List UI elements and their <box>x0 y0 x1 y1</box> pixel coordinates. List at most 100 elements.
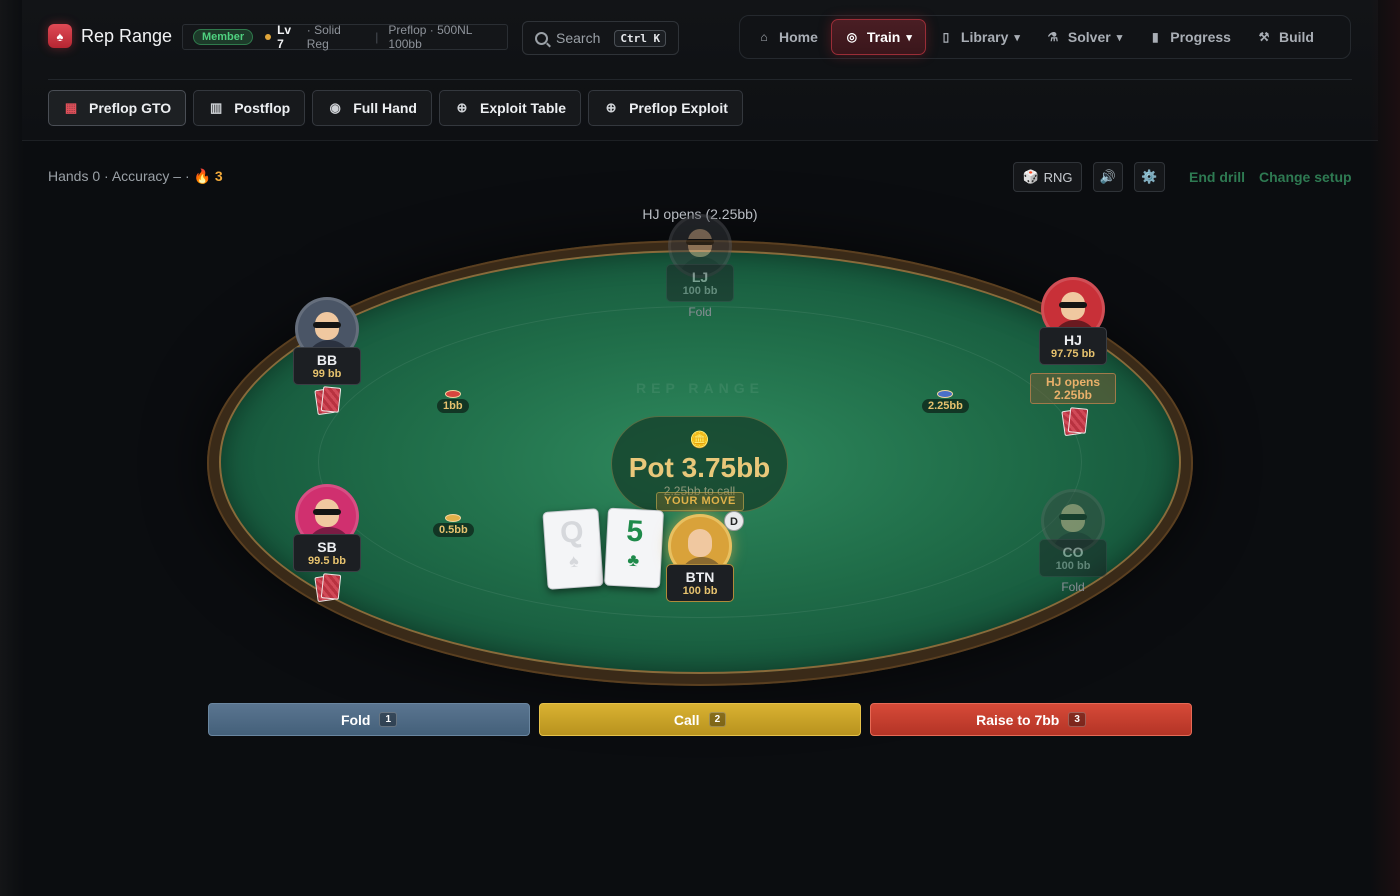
stats-text: Hands 0 · Accuracy – · <box>48 168 194 184</box>
nav-library[interactable]: ▯ Library ▾ <box>926 19 1033 55</box>
rng-label: RNG <box>1043 169 1073 185</box>
rng-button[interactable]: 🎲 RNG <box>1013 162 1082 192</box>
hole-cards-back <box>312 386 342 416</box>
hero-card-1: Q ♠ <box>542 508 604 590</box>
seat-stack: 100 bb <box>1055 560 1091 572</box>
club-icon: ♣ <box>626 549 640 571</box>
spade-logo-icon: ♠ <box>48 24 72 48</box>
member-status[interactable]: Member Lv 7 · Solid Reg | Preflop · 500N… <box>182 23 508 51</box>
search-icon <box>535 31 548 45</box>
hotkey-badge: 2 <box>708 712 727 727</box>
seat-stack: 100 bb <box>682 285 718 297</box>
hero-card-2: 5 ♣ <box>603 507 665 589</box>
nav-progress[interactable]: ▮ Progress <box>1135 19 1244 55</box>
settings-button[interactable]: ⚙️ <box>1134 162 1165 192</box>
chevron-down-icon: ▾ <box>1014 31 1020 44</box>
seat-name: SB <box>317 539 337 555</box>
hotkey-badge: 1 <box>379 712 398 727</box>
bet-bb: 1bb <box>437 390 469 413</box>
fold-button[interactable]: Fold 1 <box>208 703 530 736</box>
tab-exploit-table[interactable]: ⊕ Exploit Table <box>438 90 582 126</box>
card-rank: Q <box>559 515 585 550</box>
home-icon: ⌂ <box>760 30 768 44</box>
tab-label: Postflop <box>234 100 291 116</box>
seat-sb: SB 99.5 bb <box>293 484 361 603</box>
tab-full-hand[interactable]: ◉ Full Hand <box>312 90 432 126</box>
table-watermark: REP RANGE <box>636 380 764 396</box>
pot-amount: Pot 3.75bb <box>628 452 771 483</box>
seat-stack: 99.5 bb <box>308 555 346 567</box>
seat-lj: LJ 100 bb Fold <box>666 214 734 319</box>
hj-action-badge: HJ opens 2.25bb <box>1030 373 1116 404</box>
header-divider <box>48 79 1352 80</box>
chevron-down-icon: ▾ <box>906 31 912 44</box>
rank-label: · Solid Reg <box>306 23 341 51</box>
left-vignette <box>0 0 24 896</box>
tab-label: Exploit Table <box>479 100 567 116</box>
level-label: Lv 7 <box>277 23 292 51</box>
tab-label: Preflop GTO <box>89 100 172 116</box>
tab-label: Preflop Exploit <box>629 100 728 116</box>
bet-amount: 2.25bb <box>922 399 969 413</box>
nav-build[interactable]: ⚒ Build <box>1244 19 1327 55</box>
raise-label: Raise to 7bb <box>976 711 1060 728</box>
seat-status: Fold <box>1061 580 1085 594</box>
fire-icon: 🔥 <box>193 168 211 184</box>
seat-btn-hero: BTN 100 bb <box>666 514 734 602</box>
nav-build-label: Build <box>1278 29 1314 45</box>
tab-preflop-gto[interactable]: ▦ Preflop GTO <box>48 90 187 126</box>
search-button[interactable]: Search Ctrl K <box>522 21 679 55</box>
end-drill-link[interactable]: End drill <box>1189 169 1245 185</box>
seat-stack: 99 bb <box>312 368 342 380</box>
seat-name: LJ <box>691 269 709 285</box>
chip-icon <box>937 390 954 398</box>
target-icon: ◎ <box>846 30 858 44</box>
dealer-button: D <box>724 511 744 531</box>
speaker-icon: 🔊 <box>1099 169 1117 184</box>
search-label: Search <box>556 30 601 46</box>
chip-icon <box>444 390 461 398</box>
nav-train[interactable]: ◎ Train ▾ <box>830 19 926 55</box>
dice-icon: 🎲 <box>1022 169 1039 184</box>
grid-icon: ▦ <box>64 100 78 115</box>
hole-cards-back <box>312 573 342 603</box>
nav-train-label: Train <box>866 29 901 45</box>
seat-status: Fold <box>688 305 712 319</box>
nav-home[interactable]: ⌂ Home <box>744 19 831 55</box>
your-move-badge: YOUR MOVE <box>656 492 744 511</box>
chip-icon <box>445 514 462 522</box>
bet-amount: 0.5bb <box>433 523 474 537</box>
tab-label: Full Hand <box>353 100 417 116</box>
crosshair-icon: ⊕ <box>456 100 468 115</box>
tab-postflop[interactable]: ▥ Postflop <box>193 90 306 126</box>
brand[interactable]: ♠ Rep Range <box>48 24 172 48</box>
nav-solver[interactable]: ⚗ Solver ▾ <box>1033 19 1135 55</box>
tab-preflop-exploit[interactable]: ⊕ Preflop Exploit <box>588 90 743 126</box>
gear-icon: ⚙️ <box>1141 169 1158 184</box>
member-badge: Member <box>193 29 254 45</box>
separator: | <box>375 30 379 44</box>
level-dot-icon <box>265 34 272 40</box>
bet-sb: 0.5bb <box>433 514 474 537</box>
bar-chart-icon: ▮ <box>1151 30 1159 44</box>
nav-solver-label: Solver <box>1067 29 1111 45</box>
nav-progress-label: Progress <box>1170 29 1231 45</box>
seat-name: CO <box>1062 544 1084 560</box>
eye-icon: ◉ <box>329 100 341 115</box>
crosshair-icon: ⊕ <box>605 100 617 115</box>
search-shortcut: Ctrl K <box>614 29 667 47</box>
call-button[interactable]: Call 2 <box>539 703 861 736</box>
seat-co: CO 100 bb Fold <box>1039 489 1107 594</box>
seat-stack: 97.75 bb <box>1050 348 1096 360</box>
raise-button[interactable]: Raise to 7bb 3 <box>870 703 1192 736</box>
hole-cards-back <box>1059 407 1089 437</box>
fold-label: Fold <box>340 711 371 728</box>
spade-icon: ♠ <box>568 550 580 572</box>
cards-icon: ▥ <box>210 100 223 115</box>
format-label: Preflop · 500NL 100bb <box>388 23 473 51</box>
change-setup-link[interactable]: Change setup <box>1259 169 1352 185</box>
chip-stack-icon: 🪙 <box>689 432 710 449</box>
nameplate: BTN 100 bb <box>666 564 734 602</box>
sound-button[interactable]: 🔊 <box>1093 162 1123 192</box>
seat-name: BTN <box>685 569 715 585</box>
